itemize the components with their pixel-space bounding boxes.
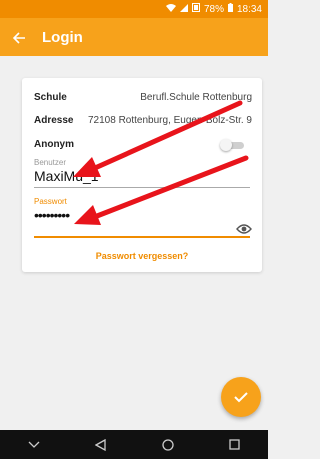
username-underline	[34, 187, 250, 188]
recents-nav-icon[interactable]	[229, 439, 240, 450]
login-card: Schule Berufl.Schule Rottenburg Adresse …	[22, 78, 262, 272]
clock: 18:34	[236, 3, 262, 15]
password-label: Passwort	[34, 197, 67, 206]
anonymous-toggle[interactable]	[220, 139, 244, 151]
chevron-down-icon[interactable]	[28, 441, 40, 449]
username-label: Benutzer	[34, 158, 67, 167]
arrow-left-icon	[12, 32, 25, 44]
status-bar: 78% 18:34	[0, 0, 268, 18]
school-row: Schule Berufl.Schule Rottenburg	[34, 92, 252, 103]
school-value: Berufl.Schule Rottenburg	[140, 92, 252, 103]
system-nav-bar	[0, 430, 268, 459]
back-nav-icon[interactable]	[95, 438, 106, 451]
address-label: Adresse	[34, 115, 74, 126]
home-nav-icon[interactable]	[162, 438, 174, 451]
anonymous-label: Anonym	[34, 139, 74, 150]
signal-icon	[179, 3, 188, 15]
address-value: 72108 Rottenburg, Eugen-Bolz-Str. 9	[88, 115, 252, 126]
forgot-password-link[interactable]: Passwort vergessen?	[22, 251, 262, 261]
page-title: Login	[42, 28, 83, 46]
battery-percent: 78%	[203, 3, 224, 15]
username-input[interactable]: MaxiMu_1	[34, 168, 99, 184]
password-input[interactable]: •••••••••	[34, 207, 70, 223]
eye-icon[interactable]	[236, 222, 252, 234]
submit-button[interactable]	[221, 377, 261, 417]
password-underline	[34, 236, 250, 238]
back-button[interactable]	[0, 18, 38, 56]
address-row: Adresse 72108 Rottenburg, Eugen-Bolz-Str…	[34, 115, 252, 126]
app-bar: Login	[0, 18, 268, 56]
battery-icon	[227, 3, 233, 15]
school-label: Schule	[34, 92, 67, 103]
wifi-icon	[165, 3, 176, 15]
anonymous-row: Anonym	[34, 139, 252, 151]
check-icon	[234, 392, 248, 403]
battery-saver-icon	[191, 3, 200, 15]
